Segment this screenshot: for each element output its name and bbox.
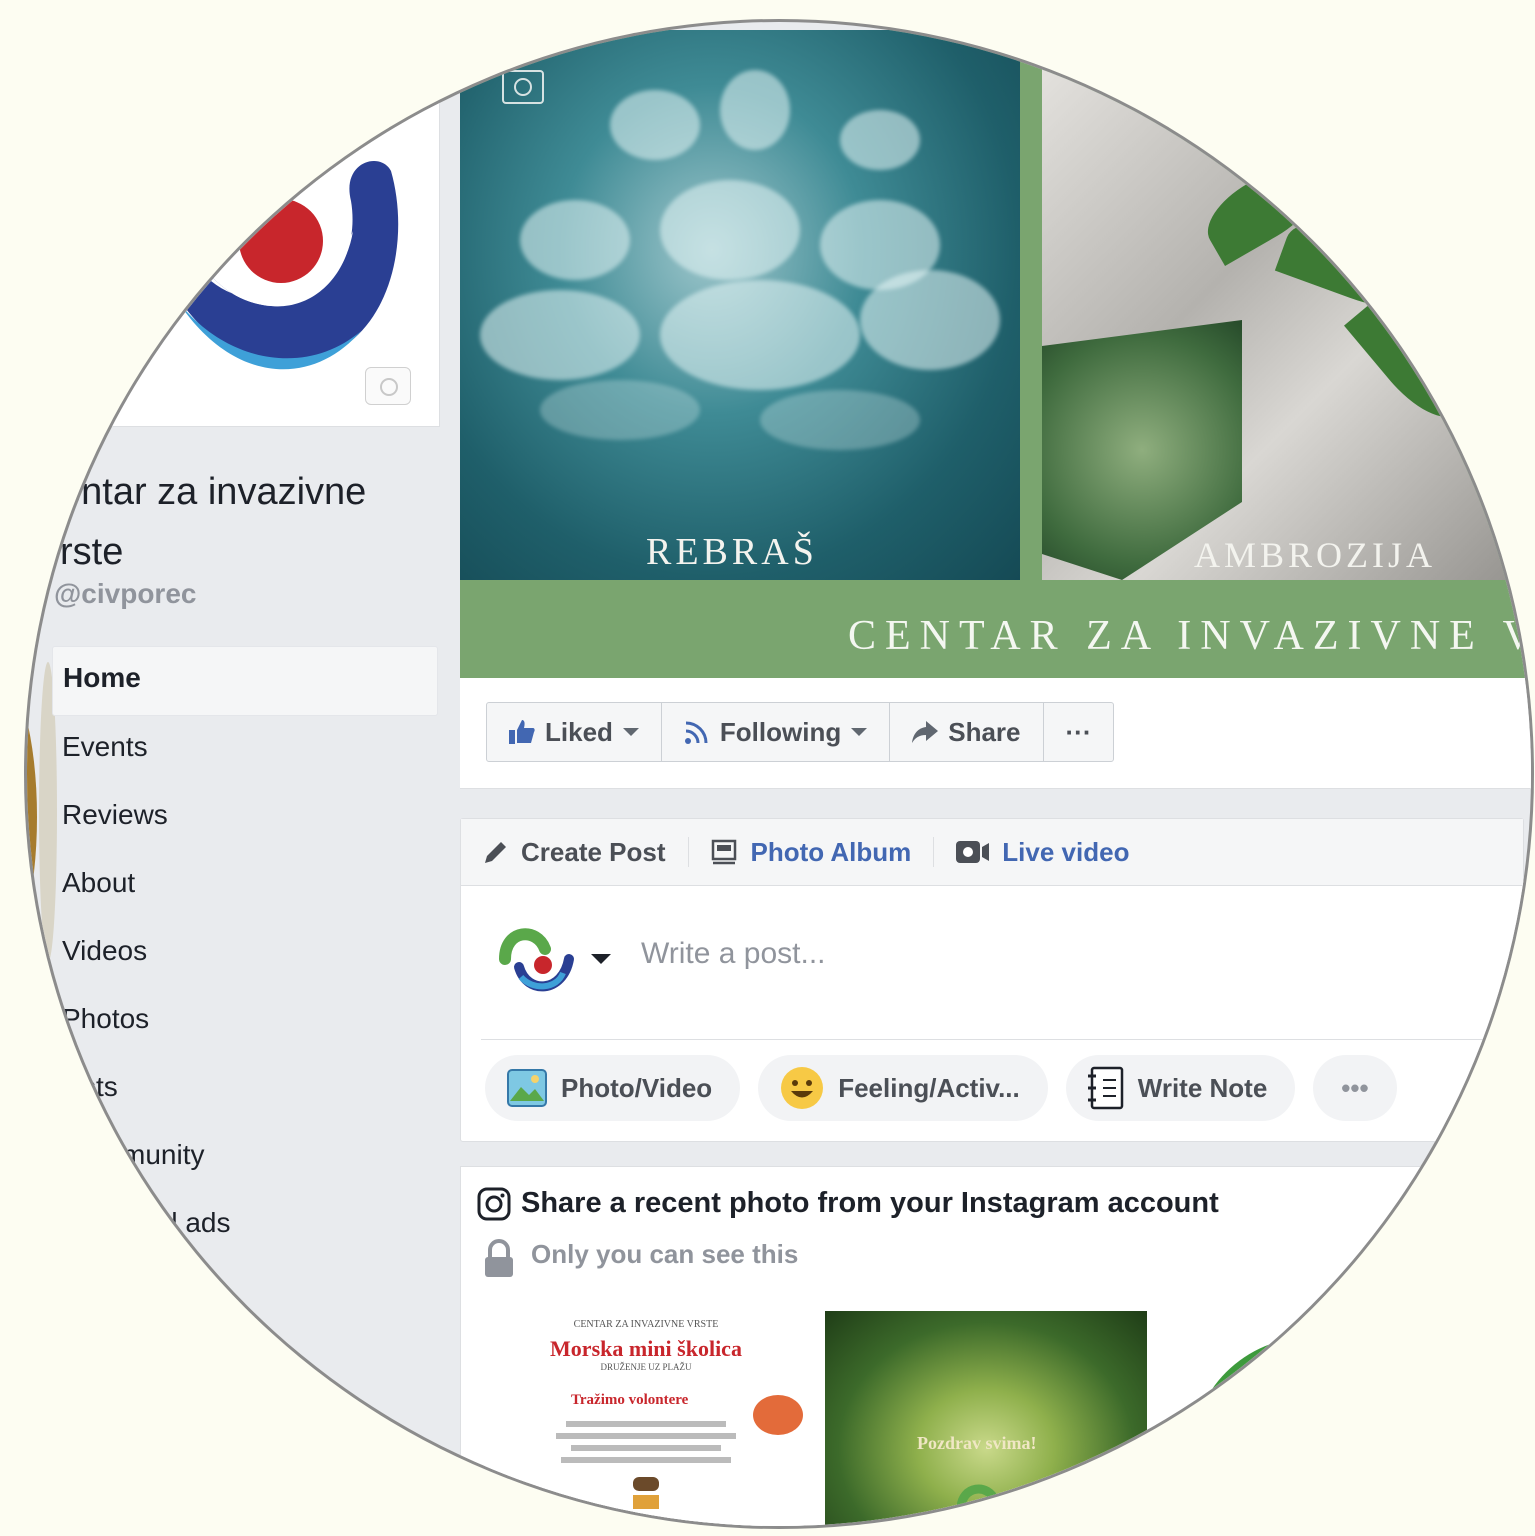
tab-photo-album-label: Photo Album: [750, 836, 912, 867]
thumb1-header: CENTAR ZA INVAZIVNE VRSTE: [573, 1319, 719, 1330]
photo-album-icon: [711, 839, 736, 865]
share-button[interactable]: Share: [890, 703, 1044, 761]
instagram-share-title: Share a recent photo from your Instagram…: [521, 1187, 1219, 1219]
thumb1-subtitle: DRUŽENJE UZ PLAŽU: [600, 1362, 692, 1372]
sidebar-item-photos[interactable]: Photos: [52, 988, 438, 1056]
sidebar-item-events[interactable]: Events: [52, 716, 438, 784]
tab-create-post-label: Create Post: [521, 836, 666, 867]
more-icon: ···: [1065, 716, 1092, 747]
write-note-button[interactable]: Write Note: [1065, 1055, 1296, 1121]
lock-icon: [485, 1239, 513, 1277]
tab-live-video[interactable]: Live video: [934, 837, 1151, 867]
liked-button[interactable]: Liked: [487, 703, 662, 761]
more-composer-options-button[interactable]: •••: [1313, 1055, 1397, 1121]
more-icon: •••: [1341, 1072, 1369, 1103]
update-photo-icon[interactable]: [365, 367, 411, 405]
tab-photo-album[interactable]: Photo Album: [689, 837, 935, 867]
tab-live-video-label: Live video: [1002, 836, 1130, 867]
chevron-down-icon: [851, 728, 868, 736]
cover-photo[interactable]: REBRAŠ AMBROZIJA CENTAR ZA INVAZIVNE V: [460, 30, 1531, 678]
sidebar-item-posts[interactable]: sts: [52, 1056, 438, 1124]
cover-label-rebras: REBRAŠ: [646, 531, 818, 573]
page-avatar: [499, 928, 574, 992]
live-video-icon: [956, 841, 990, 863]
photo-video-button[interactable]: Photo/Video: [485, 1055, 741, 1121]
pencil-icon: [485, 842, 506, 863]
tab-create-post[interactable]: Create Post: [461, 837, 689, 867]
instagram-photo-3[interactable]: [1191, 1337, 1431, 1526]
photo-icon: [507, 1069, 547, 1107]
post-composer: Create Post Photo Album Live video Write…: [460, 818, 1524, 1142]
sidebar-item-ads[interactable]: d ads: [52, 1192, 438, 1260]
sidebar-item-reviews[interactable]: Reviews: [52, 784, 438, 852]
composer-identity[interactable]: [497, 919, 611, 999]
crab-illustration: [753, 1395, 803, 1435]
rss-feed-icon: [684, 721, 708, 744]
sidebar-item-community[interactable]: munity: [52, 1124, 438, 1192]
page-handle[interactable]: @civporec: [54, 578, 196, 610]
cover-banner-title: CENTAR ZA INVAZIVNE V: [848, 613, 1531, 659]
notebook-icon: [1087, 1066, 1124, 1110]
following-button[interactable]: Following: [662, 703, 891, 761]
chevron-down-icon: [622, 728, 639, 736]
composer-options: Photo/Video Feeling/Activ... Write Note …: [485, 1055, 1397, 1121]
composer-tabs: Create Post Photo Album Live video: [461, 819, 1523, 886]
write-note-label: Write Note: [1137, 1072, 1268, 1103]
thumb2-caption: Pozdrav svima!: [917, 1433, 1037, 1453]
privacy-note: Only you can see this: [531, 1239, 799, 1269]
thumbs-up-icon: [509, 720, 535, 744]
post-input[interactable]: Write a post...: [641, 937, 826, 971]
instagram-photo-2[interactable]: Pozdrav svima!: [825, 1311, 1147, 1526]
sidebar-item-home[interactable]: Home: [52, 646, 438, 716]
photo-video-label: Photo/Video: [561, 1072, 713, 1103]
share-label: Share: [948, 716, 1021, 747]
instagram-share-card: Share a recent photo from your Instagram…: [460, 1166, 1531, 1526]
smiley-icon: [781, 1067, 824, 1109]
cover-panel-ambrozija: AMBROZIJA: [1042, 30, 1531, 580]
magnified-view: entar za invazivne rste @civporec Home E…: [27, 22, 1531, 1526]
cover-label-ambrozija: AMBROZIJA: [1194, 535, 1437, 575]
profile-picture[interactable]: [60, 90, 440, 427]
thumb1-title: Morska mini školica: [550, 1336, 742, 1361]
instagram-photo-1[interactable]: CENTAR ZA INVAZIVNE VRSTE Morska mini šk…: [485, 1311, 807, 1526]
cover-panel-rebras: REBRAŠ: [460, 30, 1020, 580]
share-arrow-icon: [912, 721, 939, 743]
page-title: entar za invazivne rste: [60, 471, 367, 573]
divider: [481, 1039, 1501, 1040]
instagram-icon: [477, 1187, 511, 1221]
camera-icon[interactable]: [502, 70, 544, 104]
feeling-activity-button[interactable]: Feeling/Activ...: [758, 1055, 1048, 1121]
following-label: Following: [719, 716, 842, 747]
sidebar-nav: Home Events Reviews About Videos Photos …: [52, 646, 438, 1260]
organization-logo: [956, 1484, 1021, 1526]
chevron-down-icon[interactable]: [591, 954, 611, 964]
feeling-activity-label: Feeling/Activ...: [838, 1072, 1020, 1103]
sidebar-item-videos[interactable]: Videos: [52, 920, 438, 988]
page-actions: Liked Following Share ···: [486, 702, 1115, 762]
more-options-button[interactable]: ···: [1044, 703, 1114, 761]
sidebar-item-about[interactable]: About: [52, 852, 438, 920]
liked-label: Liked: [545, 716, 613, 747]
